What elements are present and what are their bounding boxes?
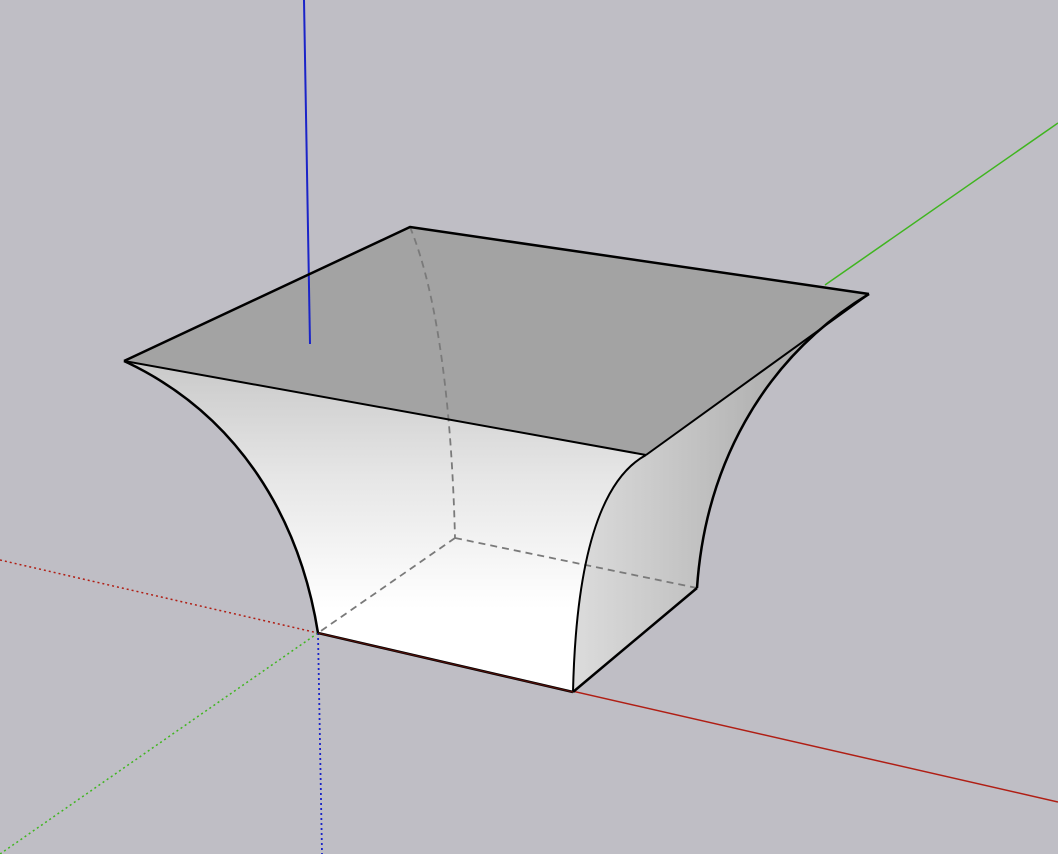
green-axis-solid: [824, 122, 1058, 286]
red-axis-dotted: [0, 559, 319, 634]
blue-axis-dotted: [317, 632, 323, 854]
green-axis-dotted: [0, 632, 319, 854]
modeling-viewport[interactable]: [0, 0, 1058, 854]
scene-canvas[interactable]: [0, 0, 1058, 854]
